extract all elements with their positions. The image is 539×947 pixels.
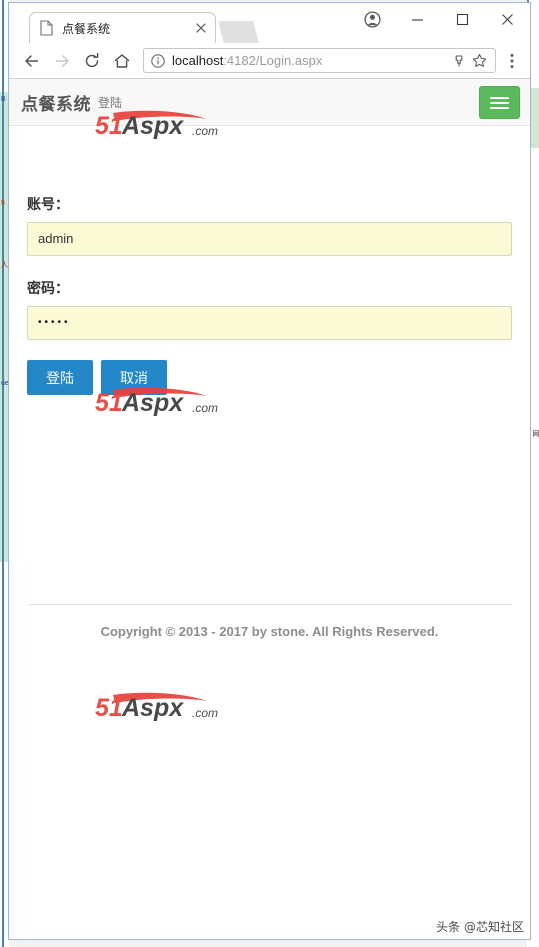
app-navbar: 点餐系统 登陆	[9, 79, 530, 126]
url-host: localhost	[172, 53, 224, 68]
svg-text:.com: .com	[192, 706, 218, 720]
browser-window: 点餐系统 localhost:4182/Login.aspx 点餐系统 登陆 账…	[8, 2, 531, 940]
background-scrap: 5	[1, 200, 5, 207]
address-bar[interactable]: localhost:4182/Login.aspx	[143, 48, 496, 73]
account-label: 账号：	[27, 196, 69, 212]
address-bar-url: localhost:4182/Login.aspx	[172, 53, 450, 68]
save-page-icon[interactable]	[450, 52, 468, 70]
profile-avatar-icon[interactable]	[350, 3, 395, 35]
background-scrap: 人	[1, 262, 8, 269]
login-page-body: 账号： admin 密码： ••••• 登陆 取消 Copyright © 20…	[9, 126, 530, 639]
login-button[interactable]: 登陆	[27, 360, 93, 395]
browser-toolbar: localhost:4182/Login.aspx	[9, 43, 530, 79]
form-actions: 登陆 取消	[27, 360, 512, 395]
svg-text:51: 51	[95, 694, 123, 722]
window-controls	[350, 3, 530, 35]
background-blue-rule	[2, 0, 4, 947]
password-field-group: 密码： •••••	[27, 278, 512, 340]
forward-arrow-icon	[47, 46, 77, 76]
copyright-text: Copyright © 2013 - 2017 by stone. All Ri…	[100, 624, 439, 639]
window-close-icon[interactable]	[485, 3, 530, 35]
svg-text:Aspx: Aspx	[121, 694, 184, 722]
footer-divider	[27, 604, 512, 605]
star-icon[interactable]	[470, 52, 488, 70]
app-brand[interactable]: 点餐系统	[21, 90, 91, 115]
hamburger-menu-icon[interactable]	[479, 86, 520, 119]
tab-close-icon[interactable]	[193, 20, 209, 36]
url-path: :4182/Login.aspx	[223, 53, 323, 68]
new-tab-stub[interactable]	[218, 21, 259, 43]
three-dot-menu-icon[interactable]	[502, 48, 522, 74]
tab-title: 点餐系统	[62, 21, 111, 36]
info-circle-icon[interactable]	[151, 53, 165, 68]
background-scrap: 网	[532, 430, 539, 437]
back-arrow-icon[interactable]	[17, 46, 47, 76]
password-input[interactable]: •••••	[27, 306, 512, 340]
reload-icon[interactable]	[77, 46, 107, 76]
page-viewport: 点餐系统 登陆 账号： admin 密码： ••••• 登陆 取消 Copyri…	[9, 79, 530, 939]
home-icon[interactable]	[107, 46, 137, 76]
cancel-button[interactable]: 取消	[101, 360, 167, 395]
background-scrap: B	[1, 96, 6, 103]
address-bar-actions	[450, 52, 488, 70]
account-input[interactable]: admin	[27, 222, 512, 256]
attribution-watermark: 头条 @芯知社区	[436, 920, 524, 934]
browser-titlebar: 点餐系统	[9, 3, 530, 43]
app-page-title: 登陆	[98, 95, 123, 110]
password-label: 密码：	[27, 280, 69, 296]
watermark-51aspx: 51 Aspx .com	[95, 689, 243, 723]
screenshot-root: B 5 人 ue 网 点餐系统 localhost:4182/Login.asp…	[0, 0, 539, 947]
minimize-icon[interactable]	[395, 3, 440, 35]
account-field-group: 账号： admin	[27, 126, 512, 256]
maximize-icon[interactable]	[440, 3, 485, 35]
browser-tab[interactable]: 点餐系统	[29, 12, 216, 43]
page-icon	[39, 20, 54, 36]
